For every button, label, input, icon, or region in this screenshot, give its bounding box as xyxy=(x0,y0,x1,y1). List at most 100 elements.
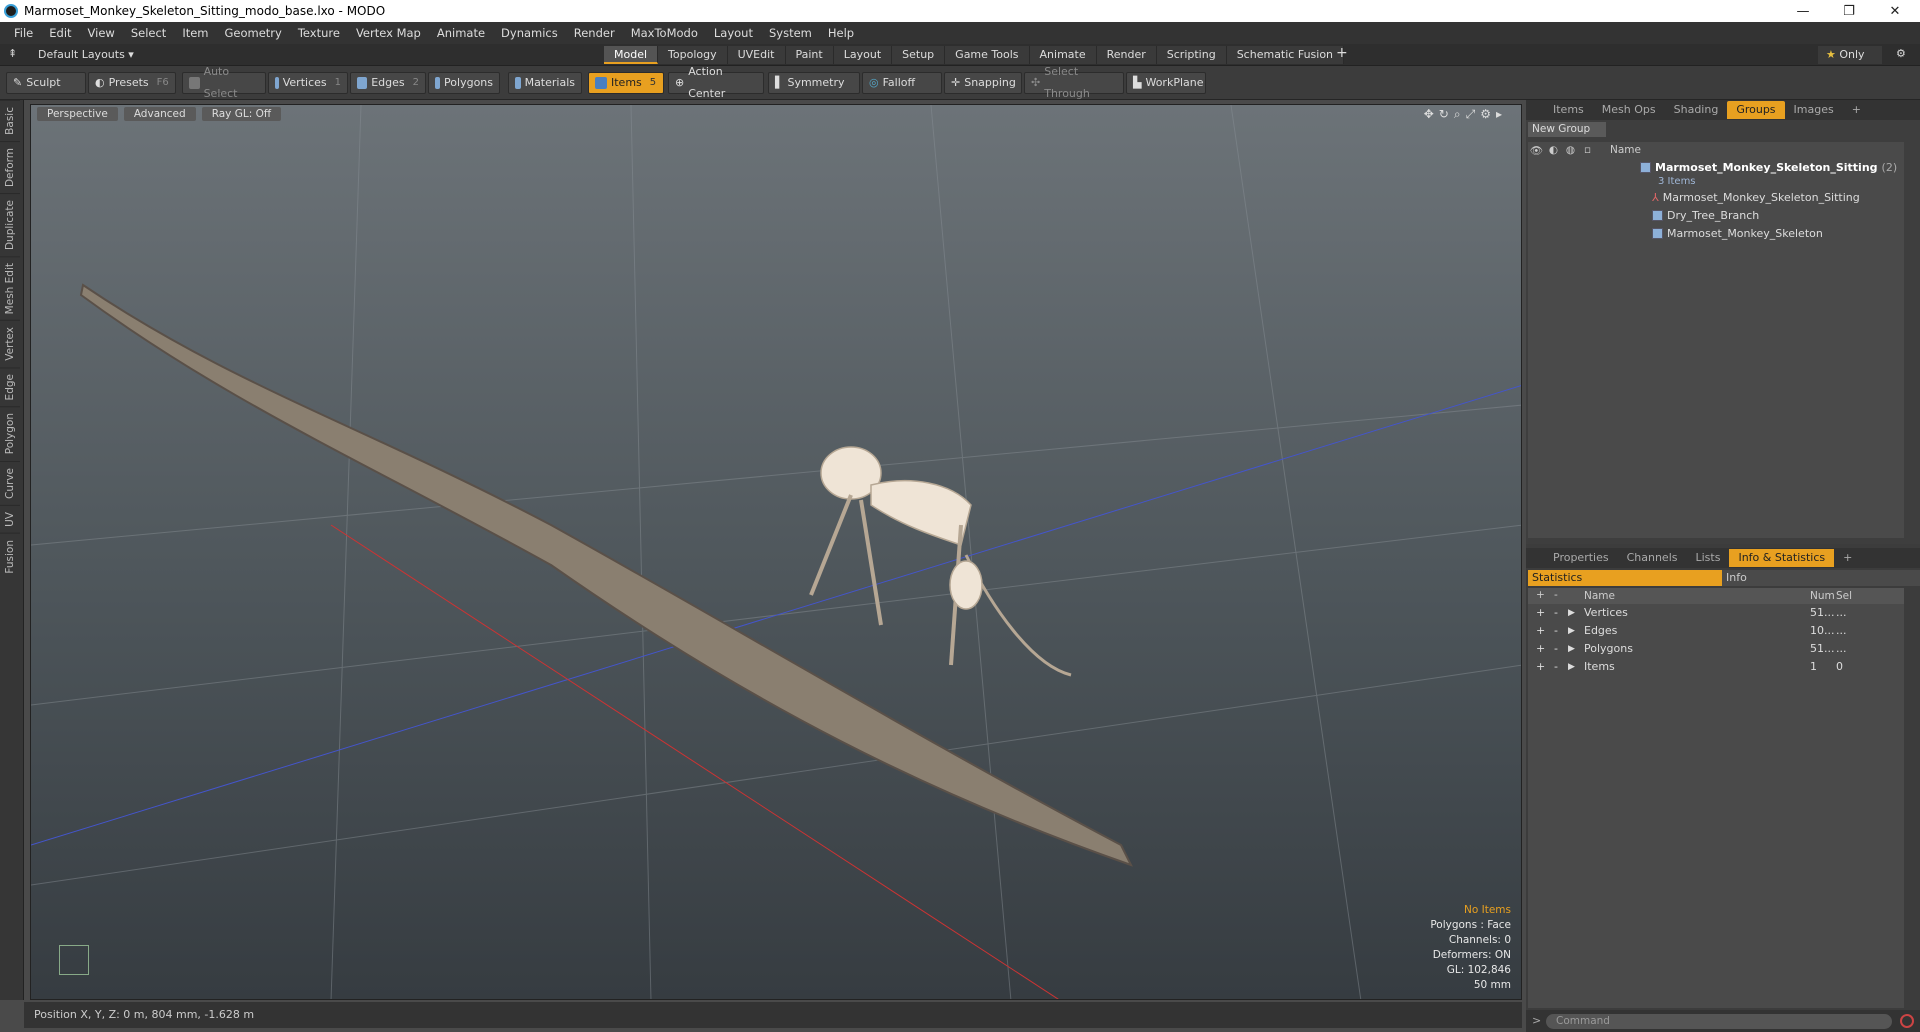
remove-icon[interactable]: - xyxy=(1554,622,1558,640)
tab-duplicate[interactable]: Duplicate xyxy=(0,192,20,256)
action-center-button[interactable]: ⊕ Action Center xyxy=(668,65,764,100)
group-child-row[interactable]: Marmoset_Monkey_Skeleton xyxy=(1528,224,1904,242)
add-icon[interactable]: + xyxy=(1536,604,1545,622)
sculpt-button[interactable]: ✎ Sculpt xyxy=(6,72,86,94)
menu-file[interactable]: File xyxy=(6,26,41,40)
fit-icon[interactable]: ⤢ xyxy=(1466,107,1481,121)
tab-edge[interactable]: Edge xyxy=(0,366,20,407)
select-through-button[interactable]: ✣ Select Through xyxy=(1024,65,1124,100)
remove-icon[interactable]: - xyxy=(1554,658,1558,676)
tab-info[interactable]: Info xyxy=(1722,570,1920,586)
remove-icon[interactable]: - xyxy=(1554,640,1558,658)
expand-arrow-icon[interactable]: ▶ xyxy=(1568,622,1575,640)
raygl-toggle[interactable]: Ray GL: Off xyxy=(201,107,282,121)
edges-button[interactable]: Edges 2 xyxy=(350,72,426,94)
menu-view[interactable]: View xyxy=(80,26,123,40)
menu-item[interactable]: Item xyxy=(174,26,216,40)
3d-viewport[interactable]: Perspective Advanced Ray GL: Off ✥↻⌕⤢⚙▸ … xyxy=(30,104,1522,1000)
tab-info-statistics[interactable]: Info & Statistics xyxy=(1729,549,1835,567)
auto-select-button[interactable]: Auto Select xyxy=(182,65,266,100)
stat-row-edges[interactable]: + - ▶ Edges 10... ... xyxy=(1528,622,1904,640)
stat-row-vertices[interactable]: + - ▶ Vertices 51... ... xyxy=(1528,604,1904,622)
stat-row-items[interactable]: + - ▶ Items 1 0 xyxy=(1528,658,1904,676)
rotate-icon[interactable]: ↻ xyxy=(1439,107,1454,121)
tab-mesh-edit[interactable]: Mesh Edit xyxy=(0,255,20,321)
tab-groups[interactable]: Groups xyxy=(1727,101,1785,119)
add-icon[interactable]: + xyxy=(1536,658,1545,676)
tab-properties[interactable]: Properties xyxy=(1544,549,1618,567)
vertices-button[interactable]: Vertices 1 xyxy=(268,72,348,94)
menu-select[interactable]: Select xyxy=(123,26,174,40)
menu-vertex-map[interactable]: Vertex Map xyxy=(348,26,429,40)
expand-arrow-icon[interactable]: ▶ xyxy=(1568,640,1575,658)
group-child-row[interactable]: Dry_Tree_Branch xyxy=(1528,206,1904,224)
snapping-button[interactable]: ✛ Snapping xyxy=(944,72,1022,94)
close-button[interactable]: ✕ xyxy=(1872,0,1918,22)
presets-button[interactable]: ◐ Presets F6 xyxy=(88,72,176,94)
tab-polygon[interactable]: Polygon xyxy=(0,406,20,461)
items-button[interactable]: Items 5 xyxy=(588,72,664,94)
tab-mesh-ops[interactable]: Mesh Ops xyxy=(1593,101,1665,119)
expand-arrow-icon[interactable]: ▸ xyxy=(1496,107,1507,121)
new-group-button[interactable]: New Group xyxy=(1528,122,1606,137)
settings-gear-icon[interactable]: ⚙ xyxy=(1896,47,1906,60)
tab-curve[interactable]: Curve xyxy=(0,460,20,505)
stat-row-polygons[interactable]: + - ▶ Polygons 51... ... xyxy=(1528,640,1904,658)
menu-render[interactable]: Render xyxy=(566,26,623,40)
tab-model[interactable]: Model xyxy=(604,46,659,64)
group-child-row[interactable]: ⅄ Marmoset_Monkey_Skeleton_Sitting xyxy=(1528,188,1904,206)
tab-statistics[interactable]: Statistics xyxy=(1528,570,1722,586)
tab-images[interactable]: Images xyxy=(1785,101,1843,119)
expand-arrow-icon[interactable]: ▶ xyxy=(1568,658,1575,676)
tab-layout[interactable]: Layout xyxy=(833,46,893,64)
tab-scripting[interactable]: Scripting xyxy=(1156,46,1227,64)
menu-system[interactable]: System xyxy=(761,26,820,40)
remove-icon[interactable]: - xyxy=(1554,604,1558,622)
minimize-button[interactable]: — xyxy=(1780,0,1826,22)
menu-help[interactable]: Help xyxy=(820,26,862,40)
add-icon[interactable]: + xyxy=(1536,640,1545,658)
tab-lists[interactable]: Lists xyxy=(1687,549,1730,567)
tab-uv[interactable]: UV xyxy=(0,504,20,533)
polygons-button[interactable]: Polygons xyxy=(428,72,500,94)
tab-game-tools[interactable]: Game Tools xyxy=(945,46,1030,64)
only-toggle[interactable]: ★ Only xyxy=(1818,46,1882,64)
tab-channels[interactable]: Channels xyxy=(1618,549,1687,567)
tab-items[interactable]: Items xyxy=(1544,101,1593,119)
workplane-button[interactable]: ▙ WorkPlane xyxy=(1126,72,1206,94)
symmetry-button[interactable]: ▌ Symmetry xyxy=(768,72,860,94)
menu-layout[interactable]: Layout xyxy=(706,26,761,40)
menu-edit[interactable]: Edit xyxy=(41,26,79,40)
expand-all-icon[interactable]: + xyxy=(1536,589,1545,601)
add-info-tab-icon[interactable]: + xyxy=(1834,549,1861,567)
tab-fusion[interactable]: Fusion xyxy=(0,532,20,580)
record-macro-icon[interactable] xyxy=(1900,1014,1914,1028)
tab-basic[interactable]: Basic xyxy=(0,100,20,141)
tab-vertex[interactable]: Vertex xyxy=(0,320,20,367)
menu-geometry[interactable]: Geometry xyxy=(217,26,290,40)
menu-animate[interactable]: Animate xyxy=(429,26,493,40)
layouts-dropdown[interactable]: Default Layouts ▾ xyxy=(38,48,134,61)
tab-setup[interactable]: Setup xyxy=(892,46,946,64)
maximize-button[interactable]: ❐ xyxy=(1826,0,1872,22)
tab-shading[interactable]: Shading xyxy=(1665,101,1728,119)
command-input[interactable]: Command xyxy=(1546,1014,1892,1029)
tab-deform[interactable]: Deform xyxy=(0,140,20,193)
tab-paint[interactable]: Paint xyxy=(785,46,834,64)
layout-collapse-icon[interactable]: ⇞ xyxy=(8,47,17,60)
tab-schematic-fusion[interactable]: Schematic Fusion xyxy=(1226,46,1345,64)
viewport-settings-icon[interactable]: ⚙ xyxy=(1480,107,1496,121)
add-tab-icon[interactable]: + xyxy=(1336,45,1348,61)
collapse-all-icon[interactable]: - xyxy=(1554,589,1558,601)
materials-button[interactable]: Materials xyxy=(508,72,582,94)
pan-icon[interactable]: ✥ xyxy=(1424,107,1439,121)
expand-arrow-icon[interactable]: ▶ xyxy=(1568,604,1575,622)
menu-texture[interactable]: Texture xyxy=(290,26,348,40)
zoom-icon[interactable]: ⌕ xyxy=(1454,107,1466,121)
menu-dynamics[interactable]: Dynamics xyxy=(493,26,566,40)
view-mode-dropdown[interactable]: Perspective xyxy=(37,107,118,121)
advanced-shading-dropdown[interactable]: Advanced xyxy=(123,107,196,121)
menu-maxtomodo[interactable]: MaxToModo xyxy=(623,26,706,40)
falloff-button[interactable]: ◎ Falloff xyxy=(862,72,942,94)
add-panel-tab-icon[interactable]: + xyxy=(1843,101,1870,119)
